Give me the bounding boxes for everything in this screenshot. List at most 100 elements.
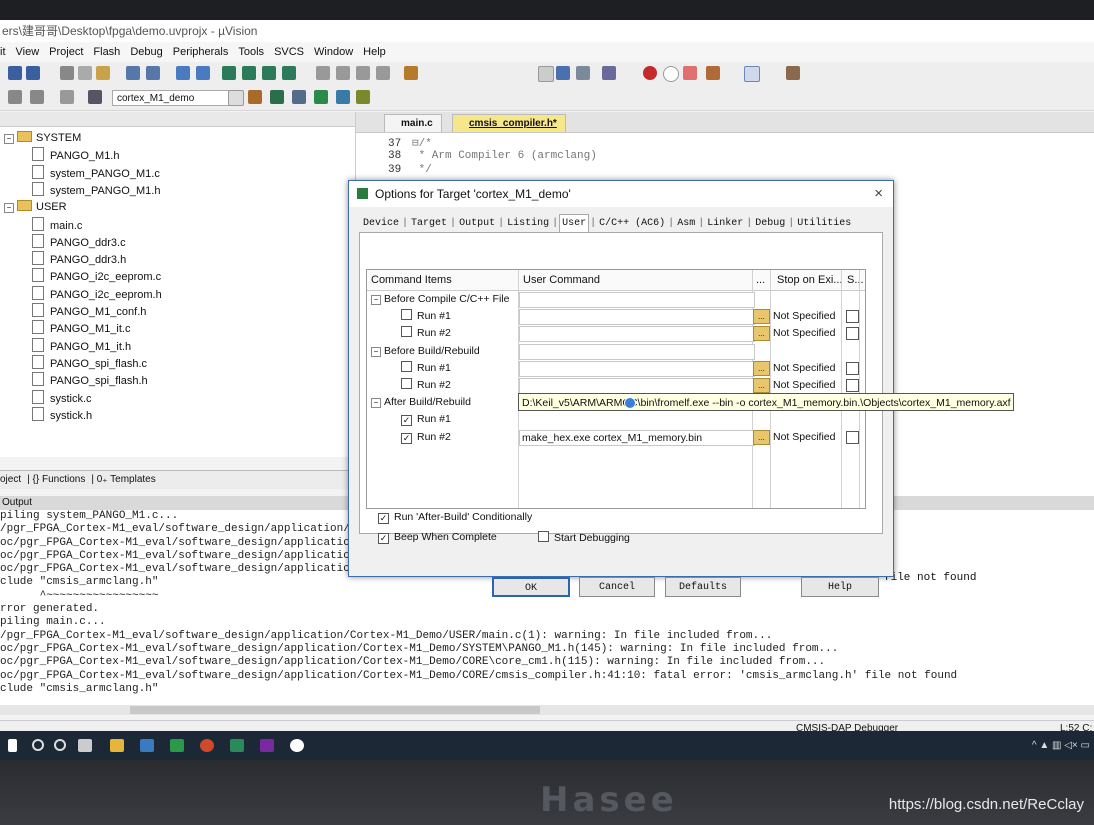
dialog-tab-target[interactable]: Target [409, 215, 449, 233]
run-after-build-option[interactable]: ✓ Run 'After-Build' Conditionally [378, 511, 532, 524]
menu-item[interactable]: Tools [238, 46, 264, 58]
download-icon[interactable] [88, 90, 102, 104]
bookmark-icon[interactable] [222, 66, 236, 80]
dialog-tab-device[interactable]: Device [361, 215, 401, 233]
command-row[interactable]: Run #2... Not Specified [367, 377, 865, 394]
paste-icon[interactable] [96, 66, 110, 80]
dialog-tab-user[interactable]: User [559, 214, 590, 233]
tree-file[interactable]: PANGO_i2c_eeprom.c [32, 268, 161, 285]
build-icon[interactable] [30, 90, 44, 104]
stop-on-exit-select[interactable]: Not Specified [773, 360, 835, 377]
cancel-button[interactable]: Cancel [579, 577, 655, 597]
s-checkbox[interactable] [846, 327, 859, 341]
tree-file[interactable]: PANGO_i2c_eeprom.h [32, 285, 162, 303]
target-options-icon[interactable] [248, 90, 262, 104]
command-group[interactable]: − Before Compile C/C++ File [367, 291, 865, 308]
tree-file[interactable]: system_PANGO_M1.c [32, 164, 160, 182]
unindent-icon[interactable] [336, 66, 350, 80]
beep-checkbox[interactable]: ✓ [378, 533, 389, 544]
chevron-down-icon[interactable] [228, 90, 244, 106]
tree-file[interactable]: main.c [32, 216, 82, 234]
trace-icon[interactable] [706, 66, 720, 80]
tab-functions[interactable]: {} Functions [33, 474, 86, 485]
user-command-input[interactable] [519, 309, 755, 326]
user-command-input[interactable] [519, 378, 755, 394]
clear-bookmarks-icon[interactable] [282, 66, 296, 80]
incremental-find-icon[interactable] [576, 66, 590, 80]
configure-icon[interactable] [786, 66, 800, 80]
undo-icon[interactable] [126, 66, 140, 80]
tree-file[interactable]: systick.h [32, 406, 92, 424]
redo-icon[interactable] [146, 66, 160, 80]
s-checkbox[interactable] [846, 430, 859, 444]
tree-file[interactable]: PANGO_ddr3.h [32, 251, 126, 268]
col-user-command[interactable]: User Command [523, 270, 600, 290]
user-command-input[interactable] [519, 292, 755, 308]
select-packs-icon[interactable] [314, 90, 328, 104]
cortana-icon[interactable] [54, 739, 66, 751]
save-all-icon[interactable] [26, 66, 40, 80]
chrome-icon[interactable] [200, 739, 214, 752]
tree-file[interactable]: PANGO_spi_flash.h [32, 372, 148, 389]
dialog-tab-c-c-ac6[interactable]: C/C++ (AC6) [597, 215, 667, 233]
target-select[interactable]: cortex_M1_demo [112, 90, 242, 106]
app-icon[interactable] [140, 739, 154, 752]
prev-bookmark-icon[interactable] [242, 66, 256, 80]
manage-components-icon[interactable] [270, 90, 284, 104]
collapse-icon[interactable]: − [4, 134, 14, 144]
ok-button[interactable]: OK [492, 577, 570, 597]
save-icon[interactable] [8, 66, 22, 80]
tree-file[interactable]: PANGO_spi_flash.c [32, 354, 147, 372]
tree-file[interactable]: PANGO_M1_it.h [32, 337, 131, 355]
stop-on-exit-select[interactable]: Not Specified [773, 308, 835, 325]
run-checkbox[interactable]: ✓ [401, 432, 412, 444]
tab-templates[interactable]: 0₊ Templates [97, 474, 156, 485]
dialog-tab-utilities[interactable]: Utilities [795, 215, 853, 233]
window-layout-icon[interactable] [744, 66, 760, 82]
kill-breakpoints-icon[interactable] [683, 66, 697, 80]
col-command-items[interactable]: Command Items [371, 270, 452, 290]
help-button[interactable]: Help [801, 577, 879, 597]
menu-item[interactable]: Window [314, 46, 353, 58]
indent-icon[interactable] [316, 66, 330, 80]
browse-icon[interactable]: ... [753, 309, 770, 325]
tree-file[interactable]: PANGO_ddr3.c [32, 233, 126, 251]
menu-item[interactable]: Project [49, 46, 83, 58]
browse-icon[interactable]: ... [753, 326, 770, 342]
dialog-tab-asm[interactable]: Asm [675, 215, 697, 233]
search-icon[interactable] [32, 739, 44, 751]
system-tray[interactable]: ^ ▲ ▥ ◁× ▭ [1032, 740, 1090, 751]
dialog-tab-debug[interactable]: Debug [753, 215, 787, 233]
next-bookmark-icon[interactable] [262, 66, 276, 80]
command-group[interactable]: − Before Build/Rebuild [367, 343, 865, 360]
stop-on-exit-select[interactable]: Not Specified [773, 325, 835, 342]
col-browse[interactable]: ... [756, 270, 765, 290]
collapse-icon[interactable]: − [4, 203, 14, 214]
tab-main-c[interactable]: main.c [384, 114, 442, 132]
col-stop-on-exit[interactable]: Stop on Exi... [777, 270, 842, 290]
nav-forward-icon[interactable] [196, 66, 210, 80]
run-checkbox[interactable] [401, 360, 412, 372]
run-checkbox[interactable] [401, 326, 412, 338]
app-icon[interactable] [290, 739, 304, 752]
breakpoint-icon[interactable] [643, 66, 657, 80]
scroll-thumb[interactable] [130, 706, 540, 714]
dialog-tab-linker[interactable]: Linker [705, 215, 745, 233]
pack-installer-icon[interactable] [336, 90, 350, 104]
disable-breakpoint-icon[interactable] [663, 66, 679, 82]
rebuild-icon[interactable] [60, 90, 74, 104]
collapse-icon[interactable]: − [371, 346, 381, 357]
command-row[interactable]: ✓ Run #2 make_hex.exe cortex_M1_memory.bin… [367, 429, 865, 446]
copy-icon[interactable] [78, 66, 92, 80]
user-command-input[interactable]: make_hex.exe cortex_M1_memory.bin [519, 429, 755, 446]
nav-back-icon[interactable] [176, 66, 190, 80]
stop-on-exit-select[interactable]: Not Specified [773, 377, 835, 394]
menu-item[interactable]: SVCS [274, 46, 304, 58]
start-debugging-option[interactable]: Start Debugging [538, 531, 630, 544]
app-icon[interactable] [260, 739, 274, 752]
close-icon[interactable]: × [874, 181, 883, 207]
find-combo[interactable] [538, 66, 554, 82]
app-icon[interactable] [170, 739, 184, 752]
command-row[interactable]: ✓ Run #1 [367, 411, 865, 428]
user-command-input[interactable] [519, 326, 755, 343]
